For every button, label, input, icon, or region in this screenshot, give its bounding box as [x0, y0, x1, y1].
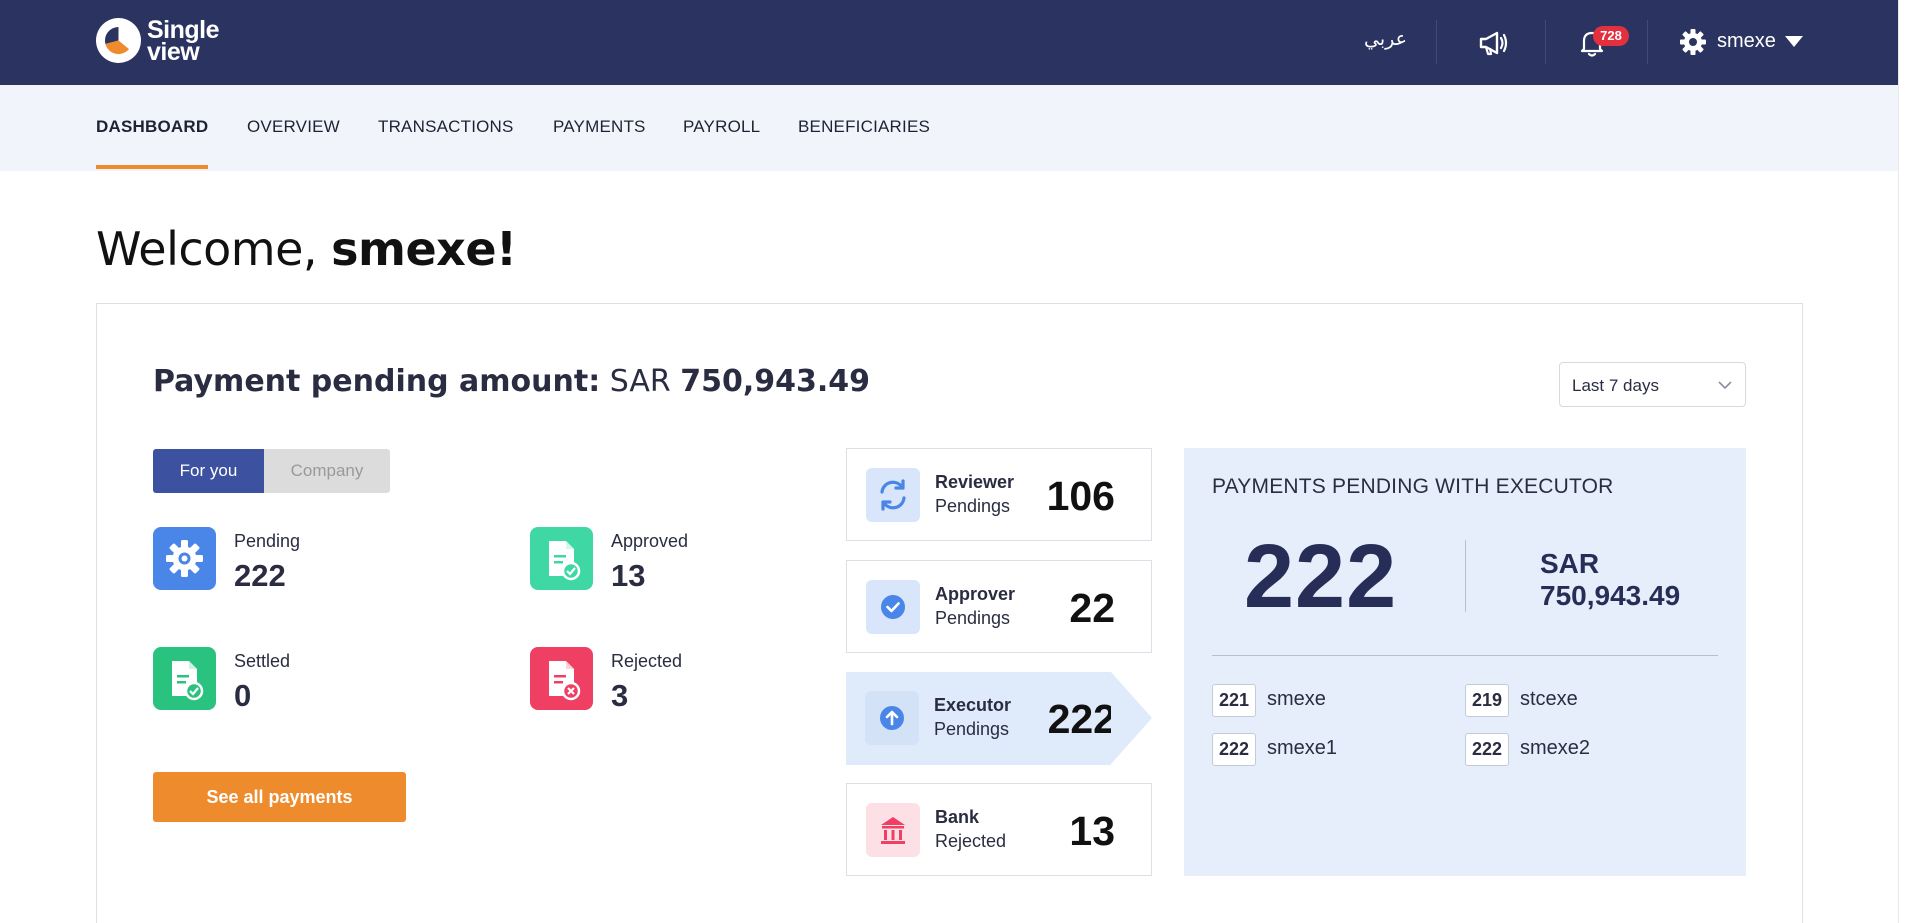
- executor-count: 222: [1047, 696, 1116, 742]
- nav-transactions[interactable]: TRANSACTIONS: [378, 117, 514, 137]
- reviewer-icon-box: [866, 468, 920, 522]
- header-divider: [1647, 20, 1648, 64]
- chevron-down-icon[interactable]: [1785, 36, 1803, 47]
- executor-user-name: smexe1: [1267, 737, 1338, 759]
- bank-icon-box: [866, 803, 920, 857]
- payment-pending-currency: SAR: [609, 364, 671, 399]
- welcome-username: smexe!: [331, 222, 517, 276]
- document-x-icon: [549, 661, 581, 701]
- header-divider: [1436, 20, 1437, 64]
- executor-pendings-card[interactable]: Executor Pendings 222: [846, 672, 1116, 765]
- refresh-icon: [880, 479, 906, 511]
- approver-title: Approver: [935, 584, 1016, 604]
- gear-icon: [166, 540, 203, 577]
- header-divider: [1545, 20, 1546, 64]
- executor-panel-title: PAYMENTS PENDING WITH EXECUTOR: [1212, 475, 1614, 498]
- rejected-value: 3: [611, 678, 629, 713]
- pending-value: 222: [234, 558, 286, 593]
- reviewer-pendings-card[interactable]: Reviewer Pendings 106: [846, 448, 1152, 541]
- executor-panel-divider: [1465, 540, 1466, 612]
- executor-icon-box: [865, 691, 919, 745]
- language-switch[interactable]: عربي: [1364, 28, 1407, 50]
- welcome-greeting: Welcome,: [96, 222, 332, 276]
- payment-pending-label: Payment pending amount:: [153, 364, 601, 399]
- pending-label: Pending: [234, 531, 301, 551]
- executor-user-count: 221: [1212, 684, 1257, 717]
- toggle-company[interactable]: Company: [264, 449, 390, 493]
- executor-panel-amount: SAR 750,943.49: [1540, 548, 1680, 612]
- pending-stat-icon: [153, 527, 216, 590]
- executor-user-count: 222: [1465, 733, 1510, 766]
- bank-icon: [881, 817, 905, 844]
- approved-label: Approved: [611, 531, 689, 551]
- approver-pendings-card[interactable]: Approver Pendings 22: [846, 560, 1152, 653]
- app-logo[interactable]: Single view: [96, 17, 220, 66]
- period-select-value: Last 7 days: [1572, 376, 1659, 395]
- welcome-heading: Welcome, smexe!: [96, 222, 517, 276]
- bank-subtitle: Rejected: [935, 831, 1007, 851]
- executor-user-count: 222: [1212, 733, 1257, 766]
- settled-stat-icon: [153, 647, 216, 710]
- logo-mark-icon: [96, 18, 141, 63]
- bank-rejected-count: 13: [1069, 808, 1115, 854]
- megaphone-icon[interactable]: [1477, 28, 1509, 58]
- nav-beneficiaries[interactable]: BENEFICIARIES: [798, 117, 930, 137]
- executor-title: Executor: [934, 695, 1012, 715]
- payment-pending-value: 750,943.49: [680, 364, 871, 399]
- arrow-up-circle-icon: [880, 706, 904, 730]
- executor-panel-value: 750,943.49: [1540, 580, 1681, 611]
- main-nav: DASHBOARD OVERVIEW TRANSACTIONS PAYMENTS…: [0, 85, 1898, 171]
- chevron-down-icon: [1718, 381, 1732, 390]
- bank-rejected-card[interactable]: Bank Rejected 13: [846, 783, 1152, 876]
- document-check-icon: [172, 661, 204, 701]
- check-circle-icon: [881, 595, 905, 619]
- approver-count: 22: [1069, 585, 1115, 631]
- rejected-stat-icon: [530, 647, 593, 710]
- page-scrollbar[interactable]: [1898, 0, 1920, 923]
- settled-value: 0: [234, 678, 252, 713]
- logo-text: Single view: [147, 17, 220, 66]
- notification-badge: 728: [1593, 26, 1629, 46]
- nav-payroll[interactable]: PAYROLL: [683, 117, 760, 137]
- nav-overview[interactable]: OVERVIEW: [247, 117, 340, 137]
- executor-panel-count: 222: [1244, 527, 1398, 627]
- logo-line-2: view: [147, 37, 200, 66]
- reviewer-title: Reviewer: [935, 472, 1015, 492]
- approved-value: 13: [611, 558, 646, 593]
- executor-user-count: 219: [1465, 684, 1510, 717]
- executor-subtitle: Pendings: [934, 719, 1010, 739]
- executor-active-pointer: [1111, 672, 1152, 764]
- approver-icon-box: [866, 580, 920, 634]
- toggle-for-you[interactable]: For you: [153, 449, 264, 493]
- reviewer-count: 106: [1046, 473, 1115, 519]
- bank-title: Bank: [935, 807, 980, 827]
- top-header: Single view عربي 728 smexe: [0, 0, 1898, 85]
- payment-pending-amount: Payment pending amount: SAR 750,943.49: [153, 364, 870, 399]
- document-check-icon: [549, 541, 581, 581]
- settled-label: Settled: [234, 651, 291, 671]
- period-select[interactable]: Last 7 days: [1559, 362, 1746, 407]
- approved-stat-icon: [530, 527, 593, 590]
- executor-panel-separator: [1212, 655, 1718, 656]
- executor-user-name: stcexe: [1520, 688, 1578, 710]
- reviewer-subtitle: Pendings: [935, 496, 1011, 516]
- executor-user-name: smexe2: [1520, 737, 1591, 759]
- nav-payments[interactable]: PAYMENTS: [553, 117, 646, 137]
- rejected-label: Rejected: [611, 651, 683, 671]
- nav-dashboard[interactable]: DASHBOARD: [96, 117, 208, 137]
- approver-subtitle: Pendings: [935, 608, 1011, 628]
- active-tab-indicator: [96, 165, 208, 169]
- executor-panel: PAYMENTS PENDING WITH EXECUTOR 222 SAR 7…: [1184, 448, 1746, 876]
- user-menu-name[interactable]: smexe: [1717, 30, 1776, 53]
- gear-icon[interactable]: [1679, 28, 1707, 56]
- executor-panel-currency: SAR: [1540, 548, 1600, 579]
- executor-user-name: smexe: [1267, 688, 1326, 710]
- scope-toggle: For you Company: [153, 449, 390, 493]
- see-all-payments-button[interactable]: See all payments: [153, 772, 406, 822]
